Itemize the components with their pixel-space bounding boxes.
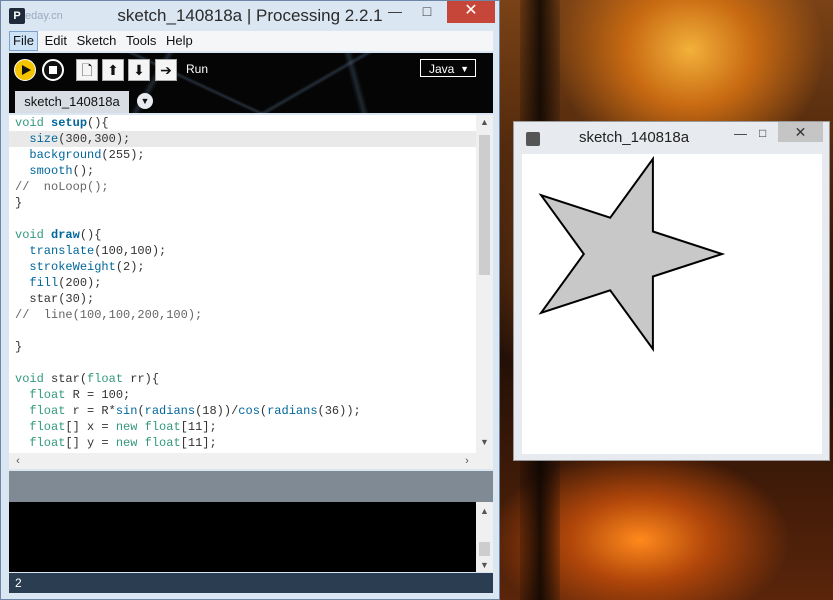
- toolbar-status-label: Run: [186, 62, 209, 76]
- export-button[interactable]: ➔: [155, 59, 177, 81]
- menu-file[interactable]: File: [9, 31, 38, 51]
- menu-tools[interactable]: Tools: [123, 31, 159, 51]
- chevron-down-icon: ▼: [460, 64, 469, 74]
- scroll-down-icon[interactable]: ▼: [476, 437, 493, 451]
- code-line[interactable]: void star(float rr){: [9, 371, 476, 387]
- code-line[interactable]: [9, 355, 476, 371]
- editor-horizontal-scrollbar[interactable]: ‹ ›: [9, 453, 476, 469]
- tab-sketch[interactable]: sketch_140818a: [15, 91, 129, 113]
- star-shape: [538, 155, 726, 353]
- minimize-button[interactable]: —: [734, 126, 747, 141]
- code-line[interactable]: [9, 323, 476, 339]
- code-line[interactable]: void setup(){: [9, 115, 476, 131]
- toolbar: 🗋 ⬆ ⬇ ➔ Run Java ▼ sketch_140818a ▼: [9, 53, 493, 113]
- console-output[interactable]: [9, 502, 476, 572]
- code-line[interactable]: [9, 211, 476, 227]
- code-line[interactable]: float[] x = new float[11];: [9, 419, 476, 435]
- processing-ide-window: P eday.cn sketch_140818a | Processing 2.…: [0, 0, 500, 600]
- run-button[interactable]: [14, 59, 36, 81]
- scrollbar-corner: [476, 453, 493, 469]
- stop-button[interactable]: [42, 59, 64, 81]
- tab-menu-icon[interactable]: ▼: [137, 93, 153, 109]
- new-sketch-button[interactable]: 🗋: [76, 59, 98, 81]
- scroll-up-icon[interactable]: ▲: [476, 506, 493, 516]
- code-line[interactable]: translate(100,100);: [9, 243, 476, 259]
- code-line[interactable]: smooth();: [9, 163, 476, 179]
- menu-sketch[interactable]: Sketch: [74, 31, 120, 51]
- code-line[interactable]: strokeWeight(2);: [9, 259, 476, 275]
- maximize-button[interactable]: □: [411, 1, 443, 23]
- message-area: [9, 471, 493, 502]
- menu-help[interactable]: Help: [163, 31, 196, 51]
- line-number-status: 2: [9, 573, 493, 593]
- ide-titlebar[interactable]: P eday.cn sketch_140818a | Processing 2.…: [1, 1, 499, 31]
- code-line[interactable]: float[] y = new float[11];: [9, 435, 476, 451]
- editor-vertical-scrollbar[interactable]: ▲ ▼: [476, 115, 493, 453]
- code-line[interactable]: }: [9, 339, 476, 355]
- open-button[interactable]: ⬆: [102, 59, 124, 81]
- scroll-down-icon[interactable]: ▼: [476, 560, 493, 570]
- menu-edit[interactable]: Edit: [42, 31, 70, 51]
- code-line[interactable]: // noLoop();: [9, 179, 476, 195]
- sketch-output-window: sketch_140818a — □ ✕: [513, 121, 830, 461]
- save-button[interactable]: ⬇: [128, 59, 150, 81]
- scroll-left-icon[interactable]: ‹: [11, 453, 25, 469]
- console-scrollbar[interactable]: ▲ ▼: [476, 502, 493, 572]
- star-drawing: [538, 155, 726, 353]
- code-line[interactable]: float R = 100;: [9, 387, 476, 403]
- code-editor[interactable]: void setup(){ size(300,300); background(…: [9, 115, 476, 453]
- scroll-right-icon[interactable]: ›: [460, 453, 474, 469]
- mode-selector-value: Java: [429, 62, 455, 76]
- mode-selector[interactable]: Java ▼: [420, 59, 476, 77]
- code-line[interactable]: fill(200);: [9, 275, 476, 291]
- scrollbar-thumb[interactable]: [479, 135, 490, 275]
- scroll-up-icon[interactable]: ▲: [476, 117, 493, 131]
- scrollbar-thumb[interactable]: [479, 542, 490, 556]
- code-line[interactable]: float r = R*sin(radians(18))/cos(radians…: [9, 403, 476, 419]
- menu-bar: File Edit Sketch Tools Help: [9, 31, 493, 51]
- code-line[interactable]: size(300,300);: [9, 131, 476, 147]
- maximize-button[interactable]: □: [759, 126, 766, 140]
- code-line[interactable]: star(30);: [9, 291, 476, 307]
- code-line[interactable]: void draw(){: [9, 227, 476, 243]
- code-line[interactable]: background(255);: [9, 147, 476, 163]
- sketch-window-title: sketch_140818a: [578, 129, 690, 146]
- close-button[interactable]: ✕: [447, 1, 495, 23]
- sketch-canvas[interactable]: [522, 154, 822, 454]
- minimize-button[interactable]: —: [379, 1, 411, 23]
- code-line[interactable]: }: [9, 195, 476, 211]
- code-line[interactable]: // line(100,100,200,100);: [9, 307, 476, 323]
- close-button[interactable]: ✕: [778, 122, 823, 142]
